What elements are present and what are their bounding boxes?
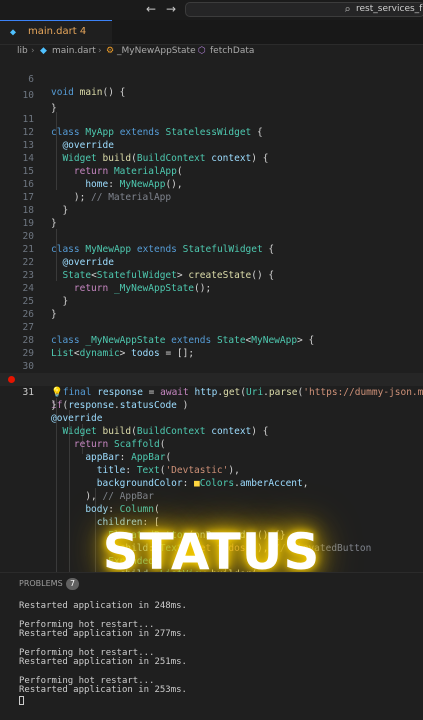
code-line: 26: [0, 295, 423, 320]
breadcrumb: lib › ◆ main.dart › ⚙ _MyNewAppState › ⬡…: [0, 45, 423, 60]
command-center-search[interactable]: ⌕ rest_services_f: [185, 2, 423, 17]
forward-arrow-icon[interactable]: →: [166, 2, 176, 16]
search-placeholder: rest_services_f: [356, 4, 423, 14]
code-line: 21 @override: [0, 230, 423, 268]
code-line: 15 home: MyNewApp(),: [0, 152, 423, 190]
editor-tab-bar: ◆ main.dart 4: [0, 20, 423, 45]
back-arrow-icon[interactable]: ←: [146, 2, 156, 16]
breadcrumb-lib[interactable]: lib: [17, 46, 28, 56]
search-icon: ⌕: [344, 3, 351, 16]
code-line: 28 List<dynamic> todos = [];: [0, 321, 423, 359]
method-icon: ⬡: [198, 46, 206, 56]
chevron-right-icon: ›: [98, 46, 102, 56]
dart-file-icon: ◆: [40, 46, 47, 56]
code-line: }: [0, 386, 423, 411]
code-line: 10 }: [0, 76, 423, 114]
code-line: 27 class _MyNewAppState extends State<My…: [0, 308, 423, 346]
code-line: 12 @override: [0, 113, 423, 151]
code-line-current: 31 if(response.statusCode ): [0, 373, 423, 411]
code-editor[interactable]: 6 void main() { 10 } 11 class MyApp exte…: [0, 60, 423, 572]
problems-count-badge: 7: [66, 578, 79, 590]
code-line: 19: [0, 204, 423, 229]
code-line: children: [: [0, 503, 423, 528]
terminal-line: Restarted application in 253ms.: [19, 685, 187, 695]
terminal-line: Restarted application in 248ms.: [19, 601, 187, 611]
code-line: appBar: AppBar(: [0, 438, 423, 463]
tab-problems[interactable]: PROBLEMS: [19, 579, 63, 588]
chevron-right-icon: ›: [190, 46, 194, 56]
title-bar: ← → ⌕ rest_services_f: [0, 0, 423, 20]
code-line: 30 Future<void> fetchData() async {: [0, 347, 423, 385]
code-line: 25 }: [0, 282, 423, 320]
code-line: 23 return _MyNewAppState();: [0, 256, 423, 294]
code-line: 24 }: [0, 269, 423, 307]
code-line: @override: [0, 399, 423, 424]
code-line: 29: [0, 334, 423, 359]
code-line: backgroundColor: ■Colors.amberAccent,: [0, 464, 423, 489]
code-line: body: Column(: [0, 490, 423, 515]
code-line: title: Text('Devtastic'),: [0, 451, 423, 476]
breakpoint-icon[interactable]: [8, 376, 15, 383]
class-icon: ⚙: [106, 46, 115, 56]
code-line: 22 State<StatefulWidget> createState() {: [0, 243, 423, 281]
code-line: 18 }: [0, 191, 423, 229]
breadcrumb-class[interactable]: _MyNewAppState: [117, 46, 196, 56]
tab-main-dart[interactable]: ◆ main.dart 4: [0, 20, 112, 44]
code-line: 16 ); // MaterialApp: [0, 165, 423, 203]
code-line: return Scaffold(: [0, 425, 423, 450]
dart-file-icon: ◆: [10, 27, 17, 38]
code-line: 17 }: [0, 178, 423, 216]
terminal-panel[interactable]: Restarted application in 248ms. Performi…: [0, 594, 423, 720]
code-line: 💡final response = await http.get(Uri.par…: [0, 360, 423, 398]
terminal-cursor: [19, 696, 24, 705]
code-line: Widget build(BuildContext context) {: [0, 412, 423, 437]
terminal-line: Restarted application in 277ms.: [19, 629, 187, 639]
terminal-line: Restarted application in 251ms.: [19, 657, 187, 667]
code-line: ), // AppBar: [0, 477, 423, 502]
code-line: 20 class MyNewApp extends StatefulWidget…: [0, 217, 423, 255]
breadcrumb-method[interactable]: fetchData: [210, 46, 254, 56]
code-line: 13 Widget build(BuildContext context) {: [0, 126, 423, 164]
chevron-right-icon: ›: [31, 46, 35, 56]
code-line: 6 void main() {: [0, 60, 423, 98]
tab-label: main.dart 4: [28, 26, 87, 37]
code-line: 11 class MyApp extends StatelessWidget {: [0, 100, 423, 138]
panel-tab-bar: PROBLEMS 7: [0, 572, 423, 595]
breadcrumb-main-dart[interactable]: main.dart: [52, 46, 96, 56]
code-line: 14 return MaterialApp(: [0, 139, 423, 177]
